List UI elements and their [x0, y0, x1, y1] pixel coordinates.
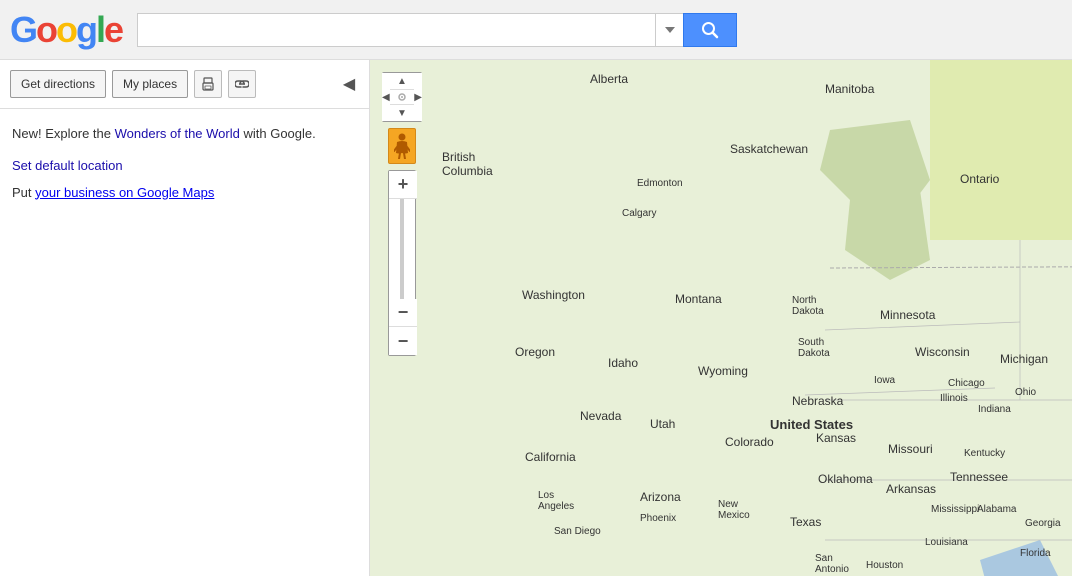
search-container [137, 13, 737, 47]
sidebar-content: New! Explore the Wonders of the World wi… [0, 109, 369, 215]
navigation-cluster: ▲ ◀ ▶ ▼ [382, 72, 422, 122]
get-directions-button[interactable]: Get directions [10, 70, 106, 98]
zoom-cluster: + − − [388, 170, 416, 356]
my-places-button[interactable]: My places [112, 70, 188, 98]
explore-text: New! Explore the Wonders of the World wi… [12, 124, 357, 144]
pan-up-button[interactable]: ▲ [382, 73, 422, 89]
main-layout: Get directions My places ◀ New! [0, 60, 1072, 576]
logo-g1: G [10, 9, 36, 50]
logo-e: e [104, 9, 122, 50]
sidebar-toolbar: Get directions My places ◀ [0, 60, 369, 109]
search-input[interactable] [137, 13, 655, 47]
nav-bottom-row: ▼ [382, 105, 422, 121]
zoom-in-button[interactable]: + [389, 171, 417, 199]
logo-o2: o [56, 9, 76, 50]
logo-o1: o [36, 9, 56, 50]
sidebar-collapse-button[interactable]: ◀ [339, 70, 359, 98]
google-logo: Google [10, 9, 122, 51]
sidebar: Get directions My places ◀ New! [0, 60, 370, 576]
set-default-location-link[interactable]: Set default location [12, 158, 357, 173]
pegman-button[interactable] [388, 128, 416, 164]
nav-top-row: ▲ [382, 73, 422, 89]
put-business-text: Put your business on Google Maps [12, 185, 357, 200]
wonders-link[interactable]: Wonders of the World [115, 126, 240, 141]
business-maps-link[interactable]: your business on Google Maps [35, 185, 214, 200]
search-dropdown-btn[interactable] [655, 13, 683, 47]
print-button[interactable] [194, 70, 222, 98]
pan-down-button[interactable]: ▼ [382, 105, 422, 121]
map-controls: ▲ ◀ ▶ ▼ [382, 72, 422, 356]
zoom-out2-button[interactable]: − [389, 327, 417, 355]
nav-mid-row: ◀ ▶ [382, 89, 422, 105]
zoom-track [400, 199, 404, 299]
nav-center [390, 89, 415, 105]
zoom-out-button[interactable]: − [389, 299, 417, 327]
pan-right-button[interactable]: ▶ [414, 89, 422, 105]
map-container[interactable]: Alberta Manitoba BritishColumbia Saskatc… [370, 60, 1072, 576]
header: Google [0, 0, 1072, 60]
pan-left-button[interactable]: ◀ [382, 89, 390, 105]
logo-g2: g [76, 9, 96, 50]
search-button[interactable] [683, 13, 737, 47]
link-button[interactable] [228, 70, 256, 98]
map-background [370, 60, 1072, 576]
logo-l: l [96, 9, 104, 50]
